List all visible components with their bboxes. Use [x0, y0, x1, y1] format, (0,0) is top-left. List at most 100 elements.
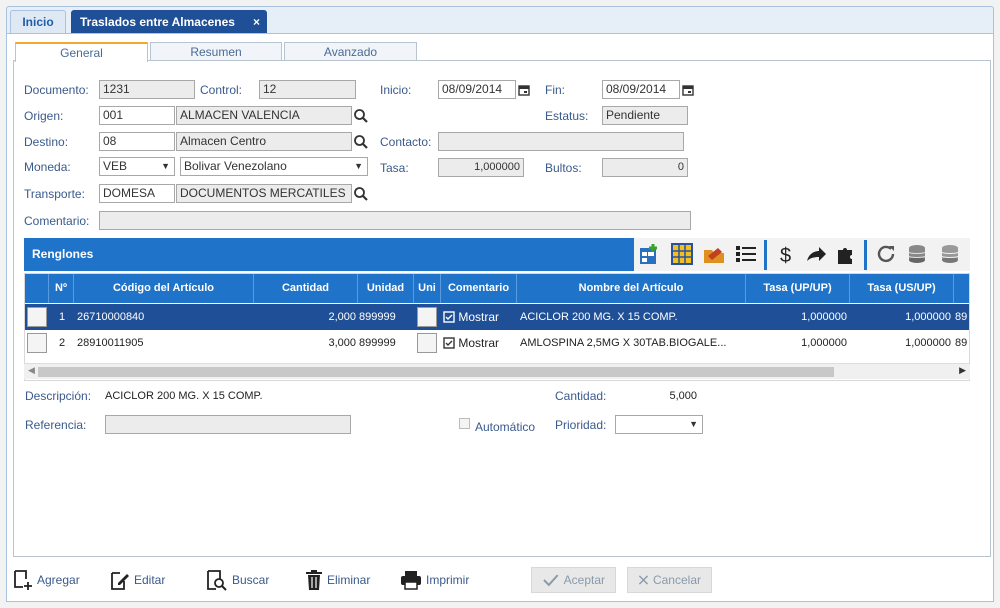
- header-extra: [954, 274, 969, 303]
- buscar-label: Buscar: [232, 573, 270, 587]
- tasa-label: Tasa:: [380, 161, 409, 175]
- tab-traslados[interactable]: Traslados entre Almacenes ×: [71, 10, 267, 35]
- destino-name-field[interactable]: Almacen Centro: [176, 132, 352, 151]
- dollar-icon[interactable]: $: [774, 242, 800, 268]
- search-icon[interactable]: [353, 186, 369, 202]
- agregar-label: Agregar: [37, 573, 80, 587]
- prioridad-label: Prioridad:: [555, 418, 607, 432]
- close-icon[interactable]: ×: [253, 11, 260, 33]
- subtab-avanzado[interactable]: Avanzado: [284, 42, 417, 62]
- cell-extra: 89: [955, 311, 968, 323]
- comentario-label: Comentario:: [24, 214, 90, 228]
- bultos-field[interactable]: 0: [602, 158, 688, 177]
- tab-inicio[interactable]: Inicio: [10, 10, 66, 35]
- cantidad-label: Cantidad:: [555, 389, 607, 403]
- origen-label: Origen:: [24, 109, 64, 123]
- scrollbar-thumb[interactable]: [38, 367, 834, 377]
- subtab-general[interactable]: General: [15, 42, 148, 62]
- refresh-icon[interactable]: [874, 242, 900, 268]
- eliminar-button[interactable]: Eliminar: [305, 567, 370, 593]
- clipboard-icon: [443, 337, 455, 349]
- grid-edit-icon[interactable]: [670, 242, 696, 268]
- header-comentario[interactable]: Comentario: [441, 274, 517, 303]
- imprimir-button[interactable]: Imprimir: [400, 567, 469, 593]
- forward-arrow-icon[interactable]: [804, 242, 830, 268]
- moneda-code-select[interactable]: VEB ▼: [99, 157, 175, 176]
- add-rows-icon[interactable]: [638, 242, 664, 268]
- search-icon[interactable]: [353, 108, 369, 124]
- row-checkbox[interactable]: [27, 307, 47, 327]
- moneda-code-value: VEB: [103, 159, 128, 173]
- editar-label: Editar: [134, 573, 166, 587]
- automatico-checkbox[interactable]: [459, 418, 470, 429]
- fin-label: Fin:: [545, 83, 566, 97]
- comentario-field[interactable]: [99, 211, 691, 230]
- puzzle-icon[interactable]: [834, 242, 860, 268]
- calendar-icon[interactable]: [682, 84, 694, 96]
- horizontal-scrollbar[interactable]: ◀ ▶: [24, 363, 970, 379]
- referencia-field[interactable]: [105, 415, 351, 434]
- documento-field[interactable]: 1231: [99, 80, 195, 99]
- header-uni[interactable]: Uni: [414, 274, 441, 303]
- header-nombre[interactable]: Nombre del Artículo: [517, 274, 746, 303]
- header-cantidad[interactable]: Cantidad: [254, 274, 358, 303]
- database-export-icon[interactable]: [906, 242, 932, 268]
- list-icon[interactable]: [734, 242, 760, 268]
- editar-button[interactable]: Editar: [110, 567, 165, 593]
- agregar-button[interactable]: Agregar: [13, 567, 80, 593]
- cancelar-button[interactable]: Cancelar: [627, 567, 712, 593]
- transporte-code-field[interactable]: DOMESA: [99, 184, 175, 203]
- aceptar-button[interactable]: Aceptar: [531, 567, 616, 593]
- cell-comentario[interactable]: Mostrar: [443, 330, 499, 356]
- bultos-label: Bultos:: [545, 161, 582, 175]
- header-unidad[interactable]: Unidad: [358, 274, 414, 303]
- chevron-down-icon: ▼: [161, 161, 170, 171]
- scroll-left-icon[interactable]: ◀: [28, 365, 35, 376]
- transporte-name-field[interactable]: DOCUMENTOS MERCATILES: [176, 184, 352, 203]
- search-icon[interactable]: [353, 134, 369, 150]
- control-field[interactable]: 12: [259, 80, 356, 99]
- contacto-field[interactable]: [438, 132, 684, 151]
- cell-codigo: 26710000840: [77, 311, 145, 323]
- header-n[interactable]: Nº: [49, 274, 74, 303]
- referencia-label: Referencia:: [25, 418, 87, 432]
- origen-name-field[interactable]: ALMACEN VALENCIA: [176, 106, 352, 125]
- cantidad-value: 5,000: [669, 390, 697, 402]
- chevron-down-icon: ▼: [689, 419, 698, 429]
- tasa-field[interactable]: 1,000000: [438, 158, 524, 177]
- cell-unidad: 899999: [359, 311, 396, 323]
- database-import-icon[interactable]: [938, 242, 964, 268]
- search-document-icon: [207, 570, 227, 591]
- descripcion-label: Descripción:: [25, 389, 92, 403]
- fin-date-field[interactable]: 08/09/2014: [602, 80, 680, 99]
- prioridad-select[interactable]: ▼: [615, 415, 703, 434]
- header-tasa-up[interactable]: Tasa (UP/UP): [746, 274, 850, 303]
- documento-label: Documento:: [24, 83, 89, 97]
- table-row[interactable]: 2 28910011905 3,000 899999 Mostrar AMLOS…: [25, 330, 969, 356]
- cell-comentario-label: Mostrar: [458, 310, 500, 324]
- destino-code-field[interactable]: 08: [99, 132, 175, 151]
- moneda-name-select[interactable]: Bolivar Venezolano ▼: [180, 157, 368, 176]
- eliminar-label: Eliminar: [327, 573, 371, 587]
- cell-comentario[interactable]: Mostrar: [443, 304, 499, 330]
- scroll-right-icon[interactable]: ▶: [959, 365, 966, 376]
- row-unit-checkbox[interactable]: [417, 333, 437, 353]
- folder-icon[interactable]: [702, 242, 728, 268]
- estatus-field[interactable]: Pendiente: [602, 106, 688, 125]
- table-row[interactable]: 1 26710000840 2,000 899999 Mostrar ACICL…: [25, 304, 969, 330]
- cell-cantidad: 2,000: [328, 311, 356, 323]
- x-icon: [638, 575, 649, 585]
- printer-icon: [401, 571, 421, 590]
- grid-header: Nº Código del Artículo Cantidad Unidad U…: [25, 274, 969, 303]
- row-unit-checkbox[interactable]: [417, 307, 437, 327]
- header-tasa-us[interactable]: Tasa (US/UP): [850, 274, 954, 303]
- inicio-date-field[interactable]: 08/09/2014: [438, 80, 516, 99]
- buscar-button[interactable]: Buscar: [206, 567, 269, 593]
- toolbar-separator: [764, 240, 767, 270]
- row-checkbox[interactable]: [27, 333, 47, 353]
- tab-bar: Inicio Traslados entre Almacenes ×: [6, 6, 994, 35]
- calendar-icon[interactable]: [518, 84, 530, 96]
- origen-code-field[interactable]: 001: [99, 106, 175, 125]
- subtab-resumen[interactable]: Resumen: [150, 42, 282, 62]
- header-codigo[interactable]: Código del Artículo: [74, 274, 254, 303]
